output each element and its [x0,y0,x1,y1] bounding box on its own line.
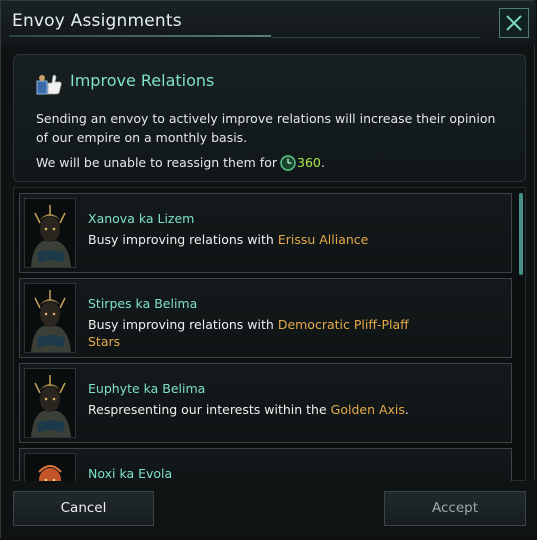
reassign-lock-text: We will be unable to reassign them for 3… [36,155,325,171]
envoy-status: Respresenting our interests within the G… [88,401,438,418]
lock-duration: 360 [297,155,321,170]
status-text: Busy improving relations with [88,317,274,332]
status-target[interactable]: Golden Axis [331,402,405,417]
titlebar: Envoy Assignments [1,1,536,45]
accept-button[interactable]: Accept [384,491,526,526]
envoy-portrait [24,283,76,353]
improve-relations-panel: Improve Relations Sending an envoy to ac… [13,54,526,182]
envoy-portrait [24,368,76,438]
envoy-assignments-dialog: Envoy Assignments Improve Relations Send… [0,0,536,539]
envoy-portrait-image [31,205,71,267]
status-text: Respresenting our interests within the [88,402,327,417]
info-description: Sending an envoy to actively improve rel… [36,111,496,145]
envoy-row[interactable]: Noxi ka Evola [19,448,512,481]
title-underline [9,35,271,37]
info-heading: Improve Relations [70,71,215,90]
envoy-status: Busy improving relations with Erissu All… [88,231,438,248]
lock-prefix: We will be unable to reassign them for [36,155,277,170]
close-x-icon [506,15,522,31]
envoy-name: Euphyte ka Belima [88,381,206,396]
envoy-name: Xanova ka Lizem [88,211,195,226]
clock-icon [280,155,296,171]
envoy-name: Stirpes ka Belima [88,296,198,311]
envoy-portrait-image [31,290,71,352]
title-divider [271,37,481,38]
envoy-portrait-image [38,465,62,481]
envoy-portrait [24,198,76,268]
envoy-portrait [24,453,76,481]
list-scrollbar[interactable] [519,193,523,275]
dialog-title: Envoy Assignments [12,11,182,31]
envoy-row[interactable]: Euphyte ka Belima Respresenting our inte… [19,363,512,443]
close-button[interactable] [499,8,529,38]
status-target[interactable]: Erissu Alliance [278,232,369,247]
thumbs-up-envoy-icon [36,74,62,95]
lock-suffix: . [320,155,325,170]
envoy-row[interactable]: Stirpes ka Belima Busy improving relatio… [19,278,512,358]
envoy-status: Busy improving relations with Democratic… [88,316,438,350]
status-text: Busy improving relations with [88,232,274,247]
envoy-portrait-image [31,375,71,437]
cancel-button[interactable]: Cancel [13,491,154,526]
envoy-name: Noxi ka Evola [88,466,173,481]
envoy-row[interactable]: Xanova ka Lizem Busy improving relations… [19,193,512,273]
status-suffix: . [404,402,409,417]
